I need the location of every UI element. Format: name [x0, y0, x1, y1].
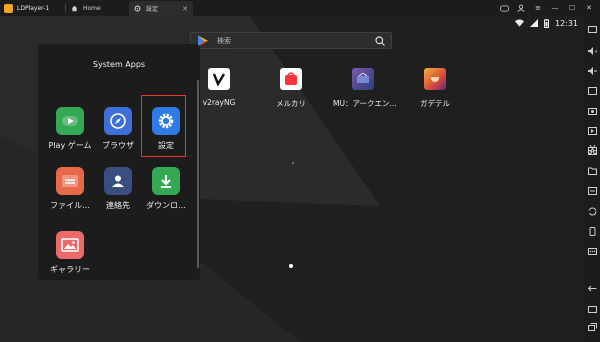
downloads-icon	[152, 167, 180, 195]
title-bar: LDPlayer-1 Home 設定 ✕ ≡ — ☐ ✕	[0, 0, 600, 16]
search-bar[interactable]: 検索	[190, 32, 392, 49]
wallpaper-dot	[292, 162, 294, 164]
wifi-icon	[514, 19, 524, 27]
screen-resize-icon[interactable]	[587, 86, 597, 96]
status-bar: 12:31	[509, 16, 578, 30]
mercari-icon	[280, 68, 302, 90]
menu-icon[interactable]: ≡	[531, 1, 545, 15]
app-label: MU：アークエン...	[333, 99, 397, 108]
battery-icon	[543, 18, 549, 28]
desktop-app-mercari[interactable]: メルカリ	[261, 68, 321, 109]
folder-scrollbar[interactable]	[197, 80, 199, 268]
app-play-games[interactable]: Play ゲーム	[45, 107, 95, 151]
file-manager-icon	[56, 167, 84, 195]
folder-icon[interactable]	[587, 166, 597, 176]
android-screen: 12:31 検索 v2rayNG メルカリ MU：アークエン... ガデテル S…	[0, 16, 584, 342]
system-apps-folder: System Apps Play ゲーム ブラウザ 設定 ファイル... 連絡先…	[38, 44, 200, 280]
desktop-app-mu[interactable]: MU：アークエン...	[333, 68, 397, 109]
app-contacts[interactable]: 連絡先	[93, 167, 143, 211]
selection-highlight	[141, 95, 186, 157]
clock: 12:31	[554, 18, 578, 28]
app-title-tab[interactable]: LDPlayer-1	[0, 0, 49, 16]
mu-archangel-icon	[352, 68, 374, 90]
window-controls: ≡ — ☐ ✕	[494, 0, 596, 16]
right-toolbar: + +	[584, 16, 600, 342]
search-icon[interactable]	[375, 35, 385, 46]
browser-icon	[104, 107, 132, 135]
tab-home-label: Home	[83, 5, 101, 12]
tab-home[interactable]: Home	[66, 1, 128, 16]
home-button-icon[interactable]	[587, 304, 597, 314]
guardian-tales-icon	[424, 68, 446, 90]
play-games-icon	[56, 107, 84, 135]
desktop-app-guardian-tales[interactable]: ガデテル	[405, 68, 465, 109]
v2rayng-icon	[208, 68, 230, 90]
app-label: ブラウザ	[102, 141, 134, 150]
gamepad-icon[interactable]	[497, 1, 511, 15]
sync-icon[interactable]	[587, 206, 597, 216]
operation-recorder-icon[interactable]	[587, 186, 597, 196]
recent-apps-icon[interactable]	[587, 322, 597, 332]
scissors-icon[interactable]	[587, 144, 597, 154]
tab-close-icon[interactable]: ✕	[182, 5, 188, 13]
app-label: メルカリ	[276, 99, 306, 108]
app-title: LDPlayer-1	[17, 4, 50, 12]
search-placeholder: 検索	[217, 36, 231, 45]
signal-icon	[529, 19, 538, 27]
app-file-manager[interactable]: ファイル...	[45, 167, 95, 211]
volume-down-icon[interactable]	[587, 66, 597, 76]
home-icon	[71, 5, 78, 12]
app-gallery[interactable]: ギャラリー	[45, 231, 95, 275]
volume-up-icon[interactable]: +	[587, 46, 597, 56]
settings-gear-icon	[134, 5, 141, 12]
keyboard-icon[interactable]	[587, 24, 597, 34]
back-icon[interactable]	[587, 284, 597, 294]
tab-settings-label: 設定	[146, 6, 159, 13]
rotate-icon[interactable]	[587, 226, 597, 236]
app-browser[interactable]: ブラウザ	[93, 107, 143, 151]
app-label: 連絡先	[106, 201, 130, 210]
record-icon[interactable]	[587, 126, 597, 136]
minimize-icon[interactable]: —	[548, 1, 562, 15]
account-icon[interactable]	[514, 1, 528, 15]
tab-settings[interactable]: 設定 ✕	[129, 1, 193, 16]
svg-text:+: +	[594, 49, 597, 55]
app-label: Play ゲーム	[48, 141, 92, 150]
app-label: ギャラリー	[50, 265, 90, 274]
app-label: ダウンロ...	[146, 201, 186, 210]
screenshot-icon[interactable]	[587, 106, 597, 116]
app-label: ガデテル	[420, 99, 450, 108]
close-icon[interactable]: ✕	[582, 1, 596, 15]
app-label: ファイル...	[50, 201, 90, 210]
maximize-icon[interactable]: ☐	[565, 1, 579, 15]
more-icon[interactable]	[587, 246, 597, 256]
app-downloads[interactable]: ダウンロ...	[141, 167, 191, 211]
gallery-icon	[56, 231, 84, 259]
ldplayer-logo-icon	[4, 3, 13, 13]
folder-title: System Apps	[92, 60, 146, 69]
page-indicator	[289, 264, 293, 268]
contacts-icon	[104, 167, 132, 195]
